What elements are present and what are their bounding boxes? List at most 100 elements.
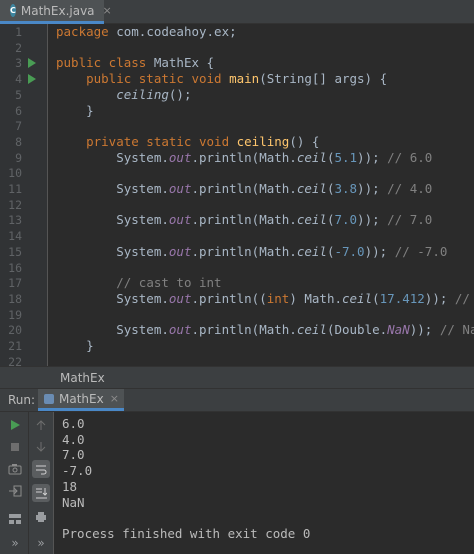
code-token: ));	[409, 322, 440, 338]
code-token: .println(Math.	[191, 212, 297, 228]
layout-icon[interactable]	[6, 510, 24, 528]
code-token: ceil	[296, 149, 327, 165]
code-line[interactable]: System.out.println(Math.ceil(Double.NaN)…	[56, 322, 474, 338]
code-line[interactable]: }	[56, 103, 94, 119]
code-line[interactable]: }	[56, 338, 94, 354]
code-token: System.	[56, 290, 169, 306]
line-number: 1	[15, 25, 22, 39]
code-token: System.	[56, 149, 169, 165]
code-token: ));	[357, 149, 388, 165]
code-token: ));	[424, 290, 455, 306]
camera-icon[interactable]	[6, 460, 24, 478]
code-line[interactable]: public class MathEx {	[56, 55, 214, 71]
code-token: ceil	[342, 290, 373, 306]
code-token: // NaN	[439, 322, 474, 338]
code-line[interactable]: System.out.println((int) Math.ceil(17.41…	[56, 291, 474, 307]
code-token: MathEx {	[153, 55, 215, 71]
code-token: out	[168, 243, 192, 259]
code-line[interactable]: ceiling();	[56, 87, 191, 103]
login-icon[interactable]	[6, 482, 24, 500]
code-token: package	[56, 24, 117, 39]
console-line: 4.0	[62, 431, 85, 447]
code-token: // 4.0	[387, 181, 433, 196]
more-icon[interactable]: »	[6, 534, 24, 552]
code-token: .println(Math.	[191, 181, 297, 196]
run-gutter-icon[interactable]	[28, 58, 36, 69]
close-icon[interactable]: ×	[110, 392, 119, 405]
code-token: out	[168, 290, 192, 306]
code-token: NaN	[387, 322, 410, 338]
code-token: // -7.0	[394, 243, 448, 259]
code-token: // cast to int	[116, 275, 222, 291]
code-editor[interactable]: 1 2 3 4 5 6 7 8 9 10 11 12 13 14 15 16 17 18 19 20 21 22 pack…	[0, 24, 474, 369]
code-token: // 7.0	[387, 212, 433, 228]
line-number: 20	[8, 323, 22, 338]
line-number: 18	[8, 291, 22, 306]
run-toolbar-right: »	[29, 412, 54, 554]
editor-tab-label: MathEx.java	[20, 3, 95, 18]
down-arrow-icon[interactable]	[32, 438, 50, 456]
up-arrow-icon[interactable]	[32, 416, 50, 434]
editor-tab-mathex[interactable]: C MathEx.java ×	[0, 0, 112, 24]
run-config-icon	[44, 393, 54, 404]
code-token: main	[229, 71, 260, 87]
code-token: 3.8	[334, 181, 358, 196]
run-tab-mathex[interactable]: MathEx ×	[38, 389, 124, 411]
soft-wrap-icon[interactable]	[32, 460, 50, 478]
code-token: }	[56, 338, 94, 353]
code-token: ceil	[296, 212, 327, 228]
run-icon[interactable]	[6, 416, 24, 434]
code-token: -7.0	[334, 243, 365, 259]
code-token: ceil	[296, 322, 327, 338]
code-line[interactable]: package com.codeahoy.ex;	[56, 24, 237, 40]
code-token: ));	[364, 243, 395, 259]
line-number: 7	[15, 119, 22, 134]
line-number: 4	[15, 72, 22, 87]
code-line[interactable]: private static void ceiling() {	[56, 134, 319, 150]
line-number: 11	[8, 182, 22, 196]
code-token: int	[266, 290, 290, 306]
code-token: ceiling	[116, 86, 169, 102]
run-gutter-icon[interactable]	[28, 74, 36, 85]
code-token: 7.0	[334, 212, 358, 228]
more-icon[interactable]: »	[32, 534, 50, 552]
code-line[interactable]: public static void main(String[] args) {	[56, 71, 387, 87]
code-token: (Double.	[326, 322, 388, 338]
run-label: Run:	[8, 393, 36, 407]
code-line[interactable]: // cast to int	[56, 275, 222, 291]
code-token: 17.412	[379, 290, 425, 306]
line-number: 14	[8, 229, 22, 244]
code-line[interactable]: System.out.println(Math.ceil(-7.0)); // …	[56, 244, 447, 260]
code-token: .println(Math.	[191, 322, 297, 338]
code-token: out	[168, 322, 192, 338]
code-line[interactable]: System.out.println(Math.ceil(5.1)); // 6…	[56, 150, 432, 166]
code-token: () {	[289, 133, 320, 149]
line-number: 16	[8, 260, 22, 275]
code-token: ceil	[296, 243, 327, 259]
code-token: out	[168, 212, 192, 228]
line-number: 21	[8, 339, 22, 353]
run-console-output[interactable]: 6.0 4.0 7.0 -7.0 18 NaN Process finished with …	[54, 412, 474, 554]
scroll-to-end-icon[interactable]	[32, 484, 50, 502]
java-class-icon: C	[10, 4, 16, 17]
print-icon[interactable]	[32, 508, 50, 526]
code-token: // 18	[454, 290, 470, 306]
code-token: out	[168, 149, 192, 165]
code-token: }	[56, 102, 94, 118]
code-token: ();	[168, 86, 192, 102]
code-line[interactable]: System.out.println(Math.ceil(3.8)); // 4…	[56, 181, 432, 197]
stop-icon[interactable]	[6, 438, 24, 456]
code-line[interactable]: System.out.println(Math.ceil(7.0)); // 7…	[56, 212, 432, 228]
code-token: .println(Math.	[191, 243, 297, 259]
line-number: 19	[8, 307, 22, 322]
line-number-gutter: 1 2 3 4 5 6 7 8 9 10 11 12 13 14 15 16 17 18 19 20 21 22	[0, 24, 48, 369]
code-token: public static void	[56, 71, 230, 87]
line-number: 17	[8, 276, 22, 291]
code-token: System.	[56, 243, 169, 259]
console-line: Process finished with exit code 0	[62, 525, 311, 541]
close-icon[interactable]: ×	[103, 4, 112, 17]
code-token: 5.1	[334, 149, 358, 165]
code-token: .println((	[191, 290, 267, 306]
code-token: .println(Math.	[191, 149, 297, 165]
